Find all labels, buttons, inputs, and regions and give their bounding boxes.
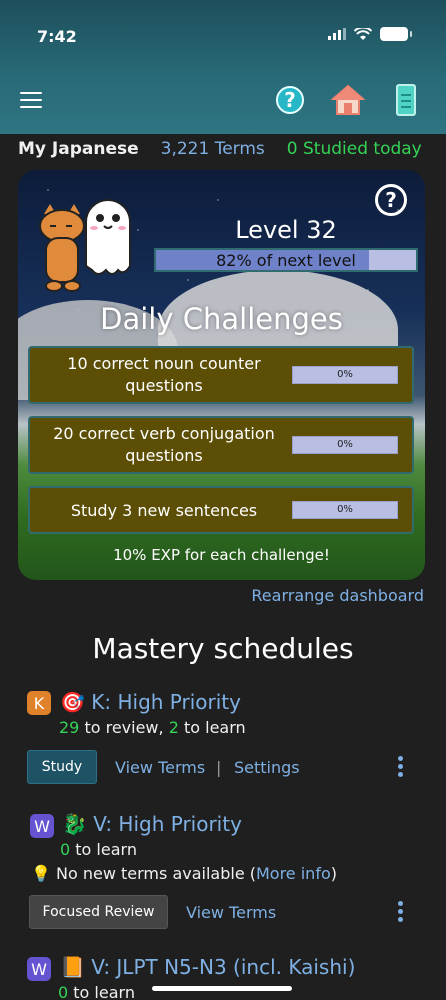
dragon-icon: 🐉 <box>62 812 87 836</box>
help-icon[interactable]: ? <box>375 184 407 216</box>
learn-text: to learn <box>75 840 137 859</box>
level-label: Level 32 <box>235 216 337 244</box>
status-bar: 7:42 <box>0 0 446 70</box>
view-terms-link[interactable]: View Terms <box>115 758 205 777</box>
wifi-icon <box>354 27 372 40</box>
schedule-counts: 0 to learn <box>60 840 137 859</box>
review-count: 29 <box>59 718 80 737</box>
battery-icon <box>380 27 412 41</box>
schedule-title-text: K: High Priority <box>91 690 241 714</box>
deck-stats: My Japanese 3,221 Terms 0 Studied today <box>18 136 422 162</box>
terms-count-link[interactable]: 3,221 Terms <box>161 139 265 159</box>
challenge-text: 20 correct verb conjugation questions <box>53 424 275 465</box>
learn-count: 0 <box>60 840 71 859</box>
schedule-badge: W <box>30 814 54 838</box>
schedule-counts: 0 to learn <box>58 983 135 1000</box>
exp-note: 10% EXP for each challenge! <box>113 546 330 564</box>
help-icon[interactable]: ? <box>276 86 304 114</box>
challenge-item: 10 correct noun counter questions 0% <box>28 346 414 404</box>
challenge-progress: 0% <box>292 366 398 384</box>
more-info-link[interactable]: More info <box>256 864 331 883</box>
challenge-text: Study 3 new sentences <box>70 501 258 520</box>
studied-today: 0 Studied today <box>286 139 422 159</box>
book-icon: 📙 <box>60 955 85 979</box>
level-progress-bar: 82% of next level <box>154 248 418 272</box>
schedule-notice: 💡 No new terms available (More info) <box>31 864 337 883</box>
learn-text: to learn <box>73 983 135 1000</box>
learn-text: to learn <box>183 718 246 737</box>
link-divider: | <box>216 758 222 777</box>
more-options-icon[interactable] <box>395 901 405 925</box>
home-indicator[interactable] <box>152 986 292 991</box>
deck-name[interactable]: My Japanese <box>18 139 139 159</box>
rearrange-dashboard-link[interactable]: Rearrange dashboard <box>251 586 424 605</box>
home-icon[interactable] <box>331 84 365 116</box>
signal-icon <box>328 28 346 40</box>
status-time: 7:42 <box>37 27 77 46</box>
daily-challenges-card: ? Level 32 82% of next level Daily Chall… <box>18 170 425 580</box>
schedule-title[interactable]: 🐉 V: High Priority <box>62 812 242 836</box>
status-icons <box>328 27 412 41</box>
schedule-title[interactable]: 📙 V: JLPT N5-N3 (incl. Kaishi) <box>60 955 355 979</box>
target-icon: 🎯 <box>60 690 85 714</box>
schedule-badge: K <box>27 691 51 715</box>
view-terms-link[interactable]: View Terms <box>186 903 276 922</box>
lightbulb-icon: 💡 <box>31 864 51 883</box>
schedule-title-text: V: High Priority <box>93 812 242 836</box>
review-text: to review, <box>84 718 164 737</box>
section-title: Mastery schedules <box>92 632 354 665</box>
challenge-progress: 0% <box>292 436 398 454</box>
learn-count: 2 <box>168 718 179 737</box>
notice-text: No new terms available ( <box>56 864 256 883</box>
nav-bar: ? <box>0 84 446 120</box>
schedule-title[interactable]: 🎯 K: High Priority <box>60 690 241 714</box>
ghost-mascot-icon <box>85 199 131 275</box>
settings-link[interactable]: Settings <box>234 758 300 777</box>
schedule-counts: 29 to review, 2 to learn <box>59 718 246 737</box>
learn-count: 0 <box>58 983 69 1000</box>
schedule-title-text: V: JLPT N5-N3 (incl. Kaishi) <box>91 955 356 979</box>
challenge-item: 20 correct verb conjugation questions 0% <box>28 416 414 474</box>
level-progress-text: 82% of next level <box>216 251 356 270</box>
notice-text-end: ) <box>330 864 337 883</box>
challenge-progress: 0% <box>292 501 398 519</box>
menu-icon[interactable] <box>20 92 42 110</box>
focused-review-button[interactable]: Focused Review <box>29 895 168 929</box>
daily-challenges-title: Daily Challenges <box>100 302 343 336</box>
more-options-icon[interactable] <box>395 756 405 780</box>
challenge-item: Study 3 new sentences 0% <box>28 486 414 534</box>
app-header: 7:42 ? <box>0 0 446 134</box>
book-icon[interactable] <box>396 84 416 116</box>
schedule-badge: W <box>27 957 51 981</box>
challenge-text: 10 correct noun counter questions <box>67 354 261 395</box>
study-button[interactable]: Study <box>27 750 97 784</box>
